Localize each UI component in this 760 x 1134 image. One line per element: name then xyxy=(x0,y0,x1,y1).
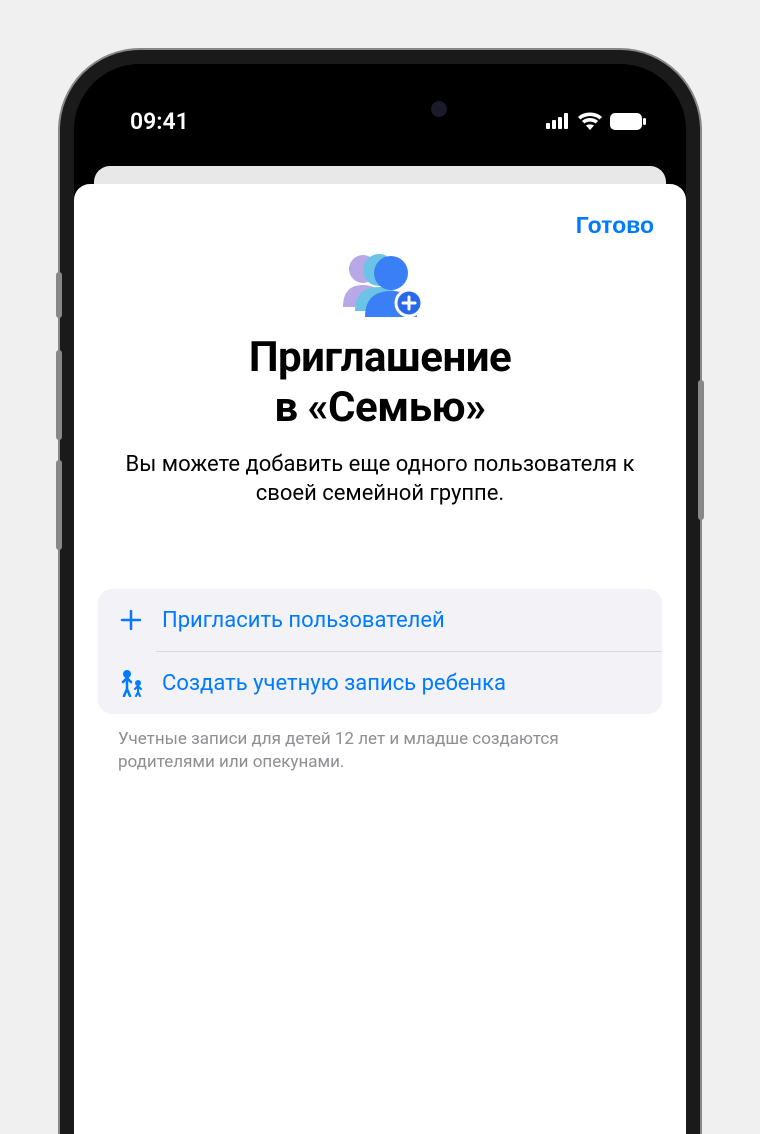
silence-switch xyxy=(56,272,62,318)
phone-screen: 09:41 xyxy=(74,64,686,1134)
battery-icon xyxy=(610,113,646,130)
title-line-2: в «Семью» xyxy=(274,383,485,432)
volume-down-button xyxy=(56,460,62,550)
page-subtitle: Вы можете добавить еще одного пользовате… xyxy=(98,450,662,509)
family-add-icon xyxy=(335,247,425,325)
status-time: 09:41 xyxy=(130,108,189,135)
volume-up-button xyxy=(56,350,62,440)
create-child-account-row[interactable]: Создать учетную запись ребенка xyxy=(98,652,662,714)
create-child-label: Создать учетную запись ребенка xyxy=(162,671,506,696)
front-camera xyxy=(431,101,447,117)
invite-people-row[interactable]: Пригласить пользователей xyxy=(98,589,662,651)
phone-frame: 09:41 xyxy=(60,50,700,1134)
modal-sheet: Готово Приглашение xyxy=(74,184,686,1134)
footer-note: Учетные записи для детей 12 лет и младше… xyxy=(98,728,662,774)
options-group: Пригласить пользователей Создать учетную… xyxy=(98,589,662,714)
sheet-header: Готово xyxy=(98,208,662,239)
done-button[interactable]: Готово xyxy=(576,212,654,239)
invite-label: Пригласить пользователей xyxy=(162,608,445,633)
wifi-icon xyxy=(578,112,602,130)
hero-section: Приглашение в «Семью» Вы можете добавить… xyxy=(98,247,662,509)
title-line-1: Приглашение xyxy=(249,333,511,382)
parent-child-icon xyxy=(118,670,144,696)
status-indicators xyxy=(546,112,646,130)
page-title: Приглашение в «Семью» xyxy=(98,333,662,434)
power-button xyxy=(698,380,704,520)
cellular-icon xyxy=(546,113,570,129)
plus-icon xyxy=(118,607,144,633)
dynamic-island xyxy=(295,88,465,130)
